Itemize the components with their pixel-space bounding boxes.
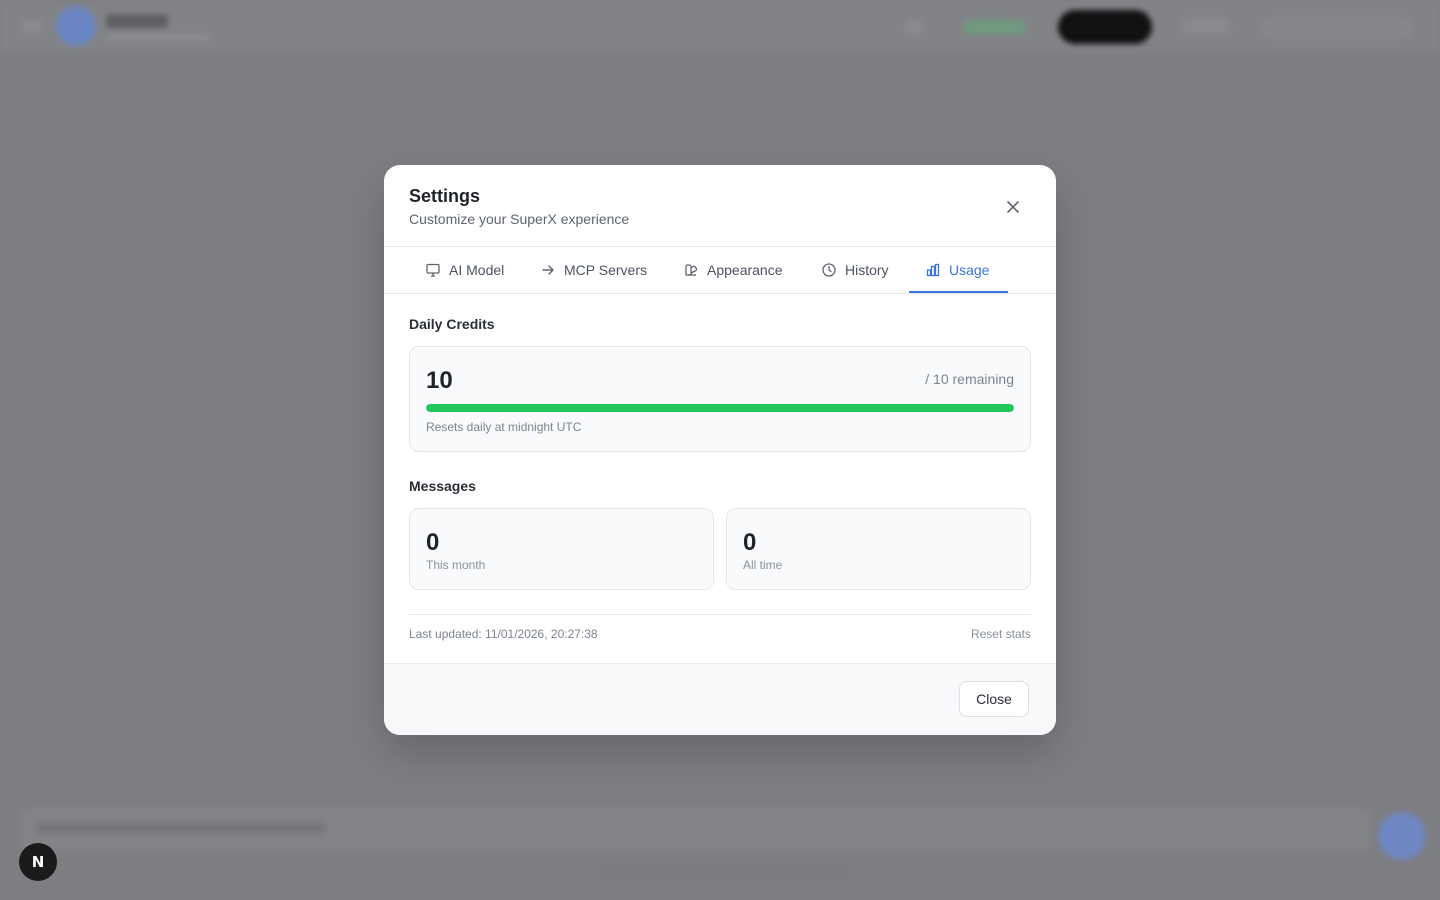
dialog-footer: Close [384,663,1056,735]
tab-mcp-servers[interactable]: MCP Servers [540,247,647,293]
credits-reset-note: Resets daily at midnight UTC [426,420,582,434]
stat-label: All time [743,558,783,572]
dialog-title: Settings [409,186,481,206]
credits-remaining: / 10 remaining [925,371,1014,387]
messages-heading: Messages [409,478,476,494]
divider [409,614,1031,615]
background-primary-button [1058,10,1152,44]
stat-label: This month [426,558,486,572]
background-logo [56,6,96,46]
stat-value: 0 [426,529,440,556]
tab-label: Usage [949,262,990,278]
tab-label: History [845,262,889,278]
background-menu-icon [22,20,42,32]
background-footer-text [598,868,848,880]
background-header-icon [906,20,922,34]
credits-value: 10 [426,367,453,394]
tab-ai-model[interactable]: AI Model [425,247,504,293]
palette-icon [685,264,698,276]
tab-label: AI Model [449,262,505,278]
daily-credits-heading: Daily Credits [409,316,495,332]
credits-progress-fill [426,404,1014,412]
messages-this-month-card: 0 This month [409,508,714,590]
background-ghost-button [1182,18,1230,34]
clock-icon [822,263,836,277]
background-app-tagline [106,34,210,40]
tab-appearance[interactable]: Appearance [683,247,783,293]
tab-usage[interactable]: Usage [925,247,989,293]
background-outline-button [1258,14,1416,42]
close-icon[interactable] [1000,194,1026,220]
settings-tabs: AI Model MCP Servers Appearance History … [384,247,1056,294]
tab-label: MCP Servers [564,262,647,278]
dialog-subtitle: Customize your SuperX experience [409,211,630,227]
stat-value: 0 [743,529,757,556]
arrow-right-icon [542,265,554,275]
tab-label: Appearance [707,262,783,278]
bar-chart-icon [926,263,940,277]
monitor-icon [426,263,440,277]
close-button[interactable]: Close [959,681,1029,717]
messages-all-time-card: 0 All time [726,508,1031,590]
tab-history[interactable]: History [821,247,889,293]
dialog-header: Settings Customize your SuperX experienc… [384,165,1056,247]
background-status-pill [964,20,1026,34]
reset-stats-button[interactable]: Reset stats [971,627,1031,641]
credits-progress-bar [426,404,1014,412]
background-send-button [1378,812,1426,860]
settings-dialog: Settings Customize your SuperX experienc… [384,165,1056,735]
daily-credits-card: 10 / 10 remaining Resets daily at midnig… [409,346,1031,452]
background-chat-placeholder [36,822,326,834]
last-updated-text: Last updated: 11/01/2026, 20:27:38 [409,627,598,641]
active-tab-indicator [909,291,1008,293]
dev-tools-badge[interactable]: N [19,843,57,881]
background-app-name [106,14,168,28]
